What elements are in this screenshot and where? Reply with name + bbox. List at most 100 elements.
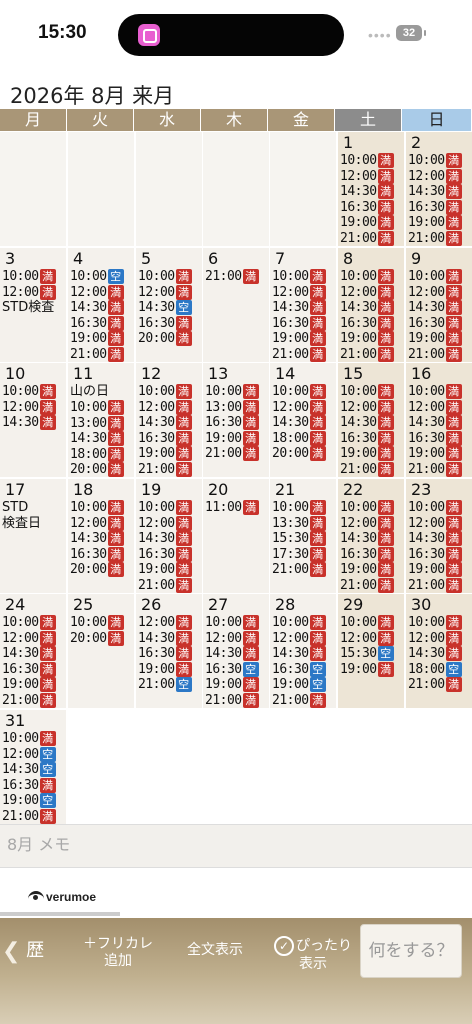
time-slot[interactable]: 14:30 満 bbox=[272, 646, 336, 662]
time-slot[interactable]: 10:00 満 bbox=[340, 615, 404, 631]
time-slot[interactable]: 12:00 満 bbox=[138, 399, 202, 416]
time-slot[interactable]: 14:30 満 bbox=[138, 630, 202, 647]
time-slot[interactable]: 12:00 満 bbox=[340, 284, 404, 301]
time-slot[interactable]: 19:00 満 bbox=[340, 446, 404, 462]
time-slot[interactable]: 10:00 満 bbox=[2, 731, 66, 747]
day-cell[interactable]: 22 10:00 満 12:00 満 14:30 満 16:30 満 19:00 満 21:00 満 bbox=[338, 479, 404, 593]
time-slot[interactable]: 20:00 満 bbox=[70, 562, 134, 578]
time-slot[interactable]: 12:00 満 bbox=[70, 284, 134, 301]
time-slot[interactable]: 16:30 空 bbox=[272, 661, 336, 678]
time-slot[interactable]: 21:00 満 bbox=[272, 346, 336, 363]
time-slot[interactable]: 10:00 満 bbox=[408, 500, 472, 516]
time-slot[interactable]: 19:00 満 bbox=[138, 446, 202, 462]
time-slot[interactable]: 14:30 満 bbox=[340, 184, 404, 200]
time-slot[interactable]: 16:30 満 bbox=[2, 661, 66, 678]
time-slot[interactable]: 18:00 空 bbox=[408, 661, 472, 678]
time-slot[interactable]: 13:00 満 bbox=[70, 415, 134, 432]
time-slot[interactable]: 12:00 満 bbox=[2, 630, 66, 647]
time-slot[interactable]: 21:00 満 bbox=[2, 808, 66, 825]
action-button[interactable]: 何をする？ bbox=[360, 924, 462, 978]
time-slot[interactable]: 14:30 満 bbox=[205, 646, 269, 662]
time-slot[interactable]: 19:00 満 bbox=[70, 331, 134, 347]
time-slot[interactable]: 14:30 満 bbox=[2, 646, 66, 662]
time-slot[interactable]: 14:30 満 bbox=[408, 415, 472, 431]
day-cell[interactable]: 30 10:00 満 12:00 満 14:30 満 18:00 空 21:00 満 bbox=[406, 594, 472, 708]
time-slot[interactable]: 19:00 満 bbox=[340, 215, 404, 231]
time-slot[interactable]: 16:30 満 bbox=[70, 546, 134, 563]
time-slot[interactable]: 19:00 空 bbox=[272, 677, 336, 693]
time-slot[interactable]: 10:00 満 bbox=[272, 269, 336, 285]
time-slot[interactable]: 12:00 満 bbox=[138, 515, 202, 532]
day-cell[interactable]: 6 21:00 満 bbox=[203, 248, 269, 362]
time-slot[interactable]: 14:30 満 bbox=[138, 415, 202, 431]
time-slot[interactable]: 21:00 満 bbox=[205, 692, 269, 709]
time-slot[interactable]: 16:30 満 bbox=[138, 546, 202, 563]
time-slot[interactable]: 21:00 満 bbox=[138, 577, 202, 594]
time-slot[interactable]: 20:00 満 bbox=[70, 630, 134, 647]
time-slot[interactable]: 16:30 満 bbox=[2, 777, 66, 794]
day-cell[interactable]: 13 10:00 満 13:00 満 16:30 満 19:00 満 21:00 満 bbox=[203, 363, 269, 477]
time-slot[interactable]: 19:00 満 bbox=[408, 446, 472, 462]
time-slot[interactable]: 10:00 満 bbox=[272, 615, 336, 631]
day-cell[interactable]: 15 10:00 満 12:00 満 14:30 満 16:30 満 19:00 満 21:00 満 bbox=[338, 363, 404, 477]
day-cell[interactable]: 10 10:00 満 12:00 満 14:30 満 bbox=[0, 363, 66, 477]
time-slot[interactable]: 11:00 満 bbox=[205, 500, 269, 516]
time-slot[interactable]: 12:00 満 bbox=[138, 615, 202, 631]
time-slot[interactable]: 16:30 満 bbox=[340, 430, 404, 447]
time-slot[interactable]: 10:00 満 bbox=[272, 384, 336, 400]
time-slot[interactable]: 10:00 満 bbox=[408, 269, 472, 285]
time-slot[interactable]: 21:00 満 bbox=[408, 346, 472, 363]
day-cell[interactable]: 17 STD 検査日 bbox=[0, 479, 66, 593]
day-cell[interactable]: 31 10:00 満 12:00 空 14:30 空 16:30 満 19:00 空 21:00 満 bbox=[0, 710, 66, 824]
day-cell[interactable]: 19 10:00 満 12:00 満 14:30 満 16:30 満 19:00 満 21:00 満 bbox=[136, 479, 202, 593]
time-slot[interactable]: 16:30 空 bbox=[205, 661, 269, 678]
time-slot[interactable]: 21:00 満 bbox=[340, 577, 404, 594]
time-slot[interactable]: 20:00 満 bbox=[272, 446, 336, 462]
time-slot[interactable]: 21:00 満 bbox=[340, 230, 404, 247]
time-slot[interactable]: 15:30 満 bbox=[272, 531, 336, 547]
day-cell[interactable]: 27 10:00 満 12:00 満 14:30 満 16:30 空 19:00 満 21:00 満 bbox=[203, 594, 269, 708]
time-slot[interactable]: 14:30 満 bbox=[70, 531, 134, 547]
time-slot[interactable]: 18:00 満 bbox=[70, 446, 134, 463]
time-slot[interactable]: 19:00 満 bbox=[138, 661, 202, 678]
time-slot[interactable]: 12:00 満 bbox=[408, 399, 472, 416]
time-slot[interactable]: 19:00 満 bbox=[2, 677, 66, 693]
time-slot[interactable]: 12:00 満 bbox=[272, 399, 336, 416]
day-cell[interactable]: 24 10:00 満 12:00 満 14:30 満 16:30 満 19:00 満 21:00 満 bbox=[0, 594, 66, 708]
day-cell[interactable]: 12 10:00 満 12:00 満 14:30 満 16:30 満 19:00 満 21:00 満 bbox=[136, 363, 202, 477]
month-title[interactable]: 2026年 8月 来月 bbox=[10, 80, 174, 110]
time-slot[interactable]: 14:30 空 bbox=[2, 762, 66, 778]
time-slot[interactable]: 12:00 満 bbox=[340, 515, 404, 532]
time-slot[interactable]: 10:00 満 bbox=[138, 500, 202, 516]
time-slot[interactable]: 16:30 満 bbox=[70, 315, 134, 332]
time-slot[interactable]: 10:00 満 bbox=[70, 615, 134, 631]
time-slot[interactable]: 16:30 満 bbox=[205, 415, 269, 431]
time-slot[interactable]: 21:00 満 bbox=[2, 692, 66, 709]
memo-field[interactable]: 8月 メモ bbox=[0, 824, 472, 868]
time-slot[interactable]: 21:00 満 bbox=[70, 346, 134, 363]
time-slot[interactable]: 19:00 満 bbox=[272, 331, 336, 347]
time-slot[interactable]: 14:30 空 bbox=[138, 300, 202, 316]
time-slot[interactable]: 10:00 満 bbox=[70, 400, 134, 416]
day-cell[interactable]: 29 10:00 満 12:00 満 15:30 空 19:00 満 bbox=[338, 594, 404, 708]
time-slot[interactable]: 10:00 満 bbox=[340, 384, 404, 400]
day-cell[interactable]: 26 12:00 満 14:30 満 16:30 満 19:00 満 21:00 空 bbox=[136, 594, 202, 708]
time-slot[interactable]: 21:00 満 bbox=[205, 446, 269, 462]
time-slot[interactable]: 14:30 満 bbox=[2, 415, 66, 431]
time-slot[interactable]: 10:00 満 bbox=[340, 269, 404, 285]
time-slot[interactable]: 21:00 満 bbox=[138, 461, 202, 478]
day-cell[interactable]: 28 10:00 満 12:00 満 14:30 満 16:30 空 19:00 空 21:00 満 bbox=[270, 594, 336, 708]
day-cell[interactable]: 4 10:00 空 12:00 満 14:30 満 16:30 満 19:00 満 21:00 満 bbox=[68, 248, 134, 362]
time-slot[interactable]: 16:30 満 bbox=[340, 315, 404, 332]
time-slot[interactable]: 10:00 満 bbox=[272, 500, 336, 516]
time-slot[interactable]: 10:00 満 bbox=[205, 384, 269, 400]
time-slot[interactable]: 21:00 満 bbox=[340, 461, 404, 478]
time-slot[interactable]: 10:00 満 bbox=[138, 384, 202, 400]
time-slot[interactable]: 14:30 満 bbox=[340, 415, 404, 431]
time-slot[interactable]: 16:30 満 bbox=[340, 199, 404, 216]
day-cell[interactable]: 8 10:00 満 12:00 満 14:30 満 16:30 満 19:00 満 21:00 満 bbox=[338, 248, 404, 362]
time-slot[interactable]: 19:00 満 bbox=[340, 331, 404, 347]
time-slot[interactable]: 16:30 満 bbox=[138, 315, 202, 332]
time-slot[interactable]: 16:30 満 bbox=[138, 430, 202, 447]
time-slot[interactable]: 10:00 満 bbox=[205, 615, 269, 631]
